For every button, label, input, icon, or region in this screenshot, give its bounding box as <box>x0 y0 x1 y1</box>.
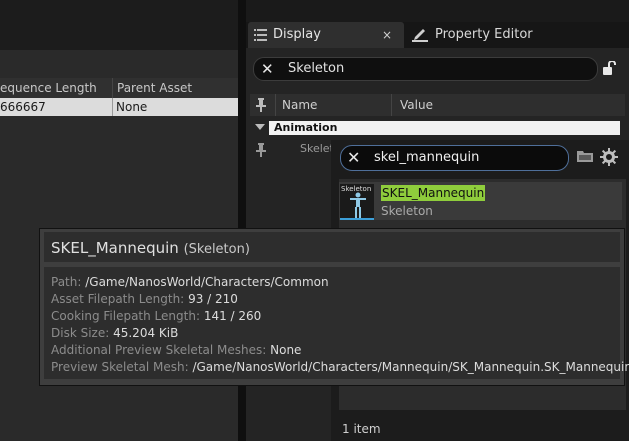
expand-triangle-icon[interactable] <box>255 124 265 130</box>
tooltip-key: Preview Skeletal Mesh: <box>51 360 189 374</box>
tooltip-line: Cooking Filepath Length: 141 / 260 <box>51 308 261 325</box>
column-separator <box>275 94 276 116</box>
folder-icon[interactable] <box>577 150 593 165</box>
table-row[interactable]: 666667 None <box>0 98 238 116</box>
tab-display-label: Display <box>273 27 321 42</box>
gear-icon[interactable] <box>600 148 618 169</box>
close-icon[interactable]: ✕ <box>261 60 274 78</box>
column-separator[interactable] <box>112 78 113 98</box>
tooltip-key: Asset Filepath Length: <box>51 292 185 306</box>
asset-thumbnail: Skeleton <box>340 184 374 220</box>
details-search-value: Skeleton <box>288 61 345 76</box>
item-count: 1 item <box>342 422 381 436</box>
list-icon <box>254 29 267 44</box>
category-animation[interactable]: Animation <box>250 120 625 136</box>
tooltip-value: 93 / 210 <box>188 292 238 306</box>
tooltip-value: None <box>270 343 302 357</box>
left-table-header: equence Length Parent Asset <box>0 78 238 98</box>
picker-search-input[interactable]: ✕ skel_mannequin <box>340 145 569 171</box>
details-search-input[interactable]: ✕ Skeleton <box>253 57 598 81</box>
tooltip-key: Additional Preview Skeletal Meshes: <box>51 343 267 357</box>
tab-property-editor[interactable]: Property Editor <box>408 22 608 48</box>
left-toolbar <box>0 0 240 50</box>
tooltip-value: 141 / 260 <box>203 309 262 323</box>
tooltip-line: Path: /Game/NanosWorld/Characters/Common <box>51 274 329 291</box>
tooltip-line: Additional Preview Skeletal Meshes: None <box>51 342 301 359</box>
tooltip-line: Asset Filepath Length: 93 / 210 <box>51 291 238 308</box>
column-header-parent-asset[interactable]: Parent Asset <box>117 78 192 98</box>
tooltip-title: SKEL_Mannequin (Skeleton) <box>51 238 250 260</box>
asset-name: SKEL_Mannequin <box>381 185 486 201</box>
property-label: Skelet <box>300 142 334 155</box>
mannequin-icon <box>350 192 366 218</box>
lock-icon[interactable] <box>602 60 616 78</box>
close-icon[interactable]: × <box>382 22 392 48</box>
picker-search-value: skel_mannequin <box>374 150 480 165</box>
tooltip-asset-type: (Skeleton) <box>183 242 250 257</box>
tooltip-asset-name: SKEL_Mannequin <box>51 239 179 257</box>
pencil-icon <box>412 28 428 45</box>
cell-parent-asset: None <box>116 100 148 114</box>
pin-icon[interactable] <box>256 143 266 160</box>
column-header-value: Value <box>400 98 433 112</box>
tooltip-value: /Game/NanosWorld/Characters/Mannequin/SK… <box>192 360 629 374</box>
column-separator[interactable] <box>391 94 392 116</box>
cell-sequence-length: 666667 <box>0 100 46 114</box>
tab-display[interactable]: Display × <box>248 22 404 48</box>
tab-property-editor-label: Property Editor <box>435 27 533 42</box>
tooltip-value: /Game/NanosWorld/Characters/Common <box>85 275 329 289</box>
tooltip-key: Path: <box>51 275 82 289</box>
pin-icon[interactable] <box>256 98 266 115</box>
close-icon[interactable]: ✕ <box>347 148 360 168</box>
tooltip-line: Disk Size: 45.204 KiB <box>51 325 178 342</box>
column-header-name: Name <box>282 98 318 112</box>
tooltip-key: Disk Size: <box>51 326 110 340</box>
column-header-sequence-length[interactable]: equence Length <box>0 78 97 98</box>
asset-type: Skeleton <box>381 204 433 218</box>
tooltip-value: 45.204 KiB <box>113 326 179 340</box>
category-label: Animation <box>274 121 338 134</box>
property-grid-header: Name Value <box>250 94 625 116</box>
cell-separator <box>112 98 113 116</box>
property-row-skeleton[interactable]: Skelet <box>250 138 340 160</box>
tooltip-key: Cooking Filepath Length: <box>51 309 200 323</box>
tooltip-line: Preview Skeletal Mesh: /Game/NanosWorld/… <box>51 359 629 376</box>
